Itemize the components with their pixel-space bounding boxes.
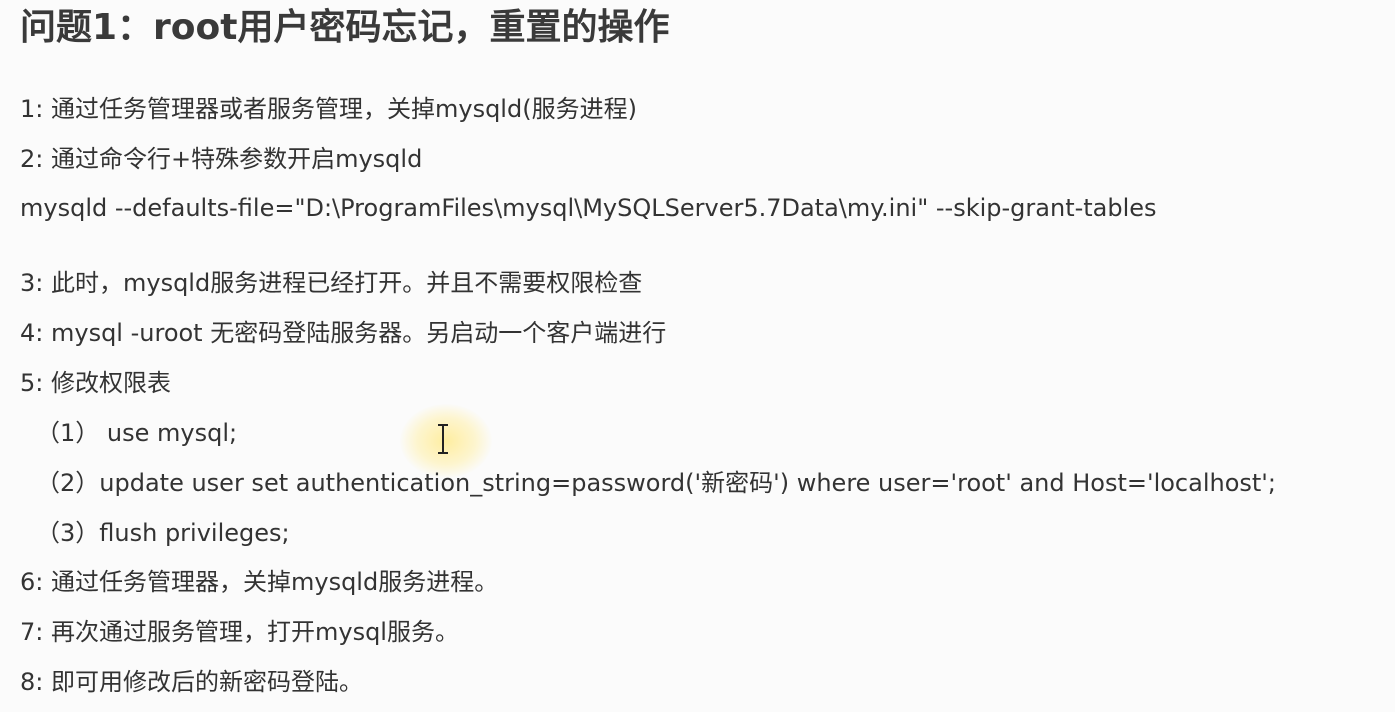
page-title: 问题1：root用户密码忘记，重置的操作 (20, 7, 670, 48)
step-1-line: 1: 通过任务管理器或者服务管理，关掉mysqld(服务进程) (20, 95, 637, 123)
step-2-line: 2: 通过命令行+特殊参数开启mysqld (20, 145, 423, 173)
step-3-line: 3: 此时，mysqld服务进程已经打开。并且不需要权限检查 (20, 269, 643, 297)
step-7-line: 7: 再次通过服务管理，打开mysql服务。 (20, 618, 459, 646)
step-5-line: 5: 修改权限表 (20, 369, 171, 397)
command-line: mysqld --defaults-file="D:\ProgramFiles\… (20, 194, 1157, 222)
step-8-line: 8: 即可用修改后的新密码登陆。 (20, 668, 363, 696)
step-4-line: 4: mysql -uroot 无密码登陆服务器。另启动一个客户端进行 (20, 319, 667, 347)
document-page: 问题1：root用户密码忘记，重置的操作 1: 通过任务管理器或者服务管理，关掉… (0, 0, 1395, 712)
substep-3-line: （3）flush privileges; (36, 519, 290, 547)
text-cursor-icon (438, 424, 448, 454)
step-6-line: 6: 通过任务管理器，关掉mysqld服务进程。 (20, 568, 499, 596)
substep-2-line: （2）update user set authentication_string… (36, 469, 1276, 497)
substep-1-line: （1） use mysql; (36, 419, 238, 447)
